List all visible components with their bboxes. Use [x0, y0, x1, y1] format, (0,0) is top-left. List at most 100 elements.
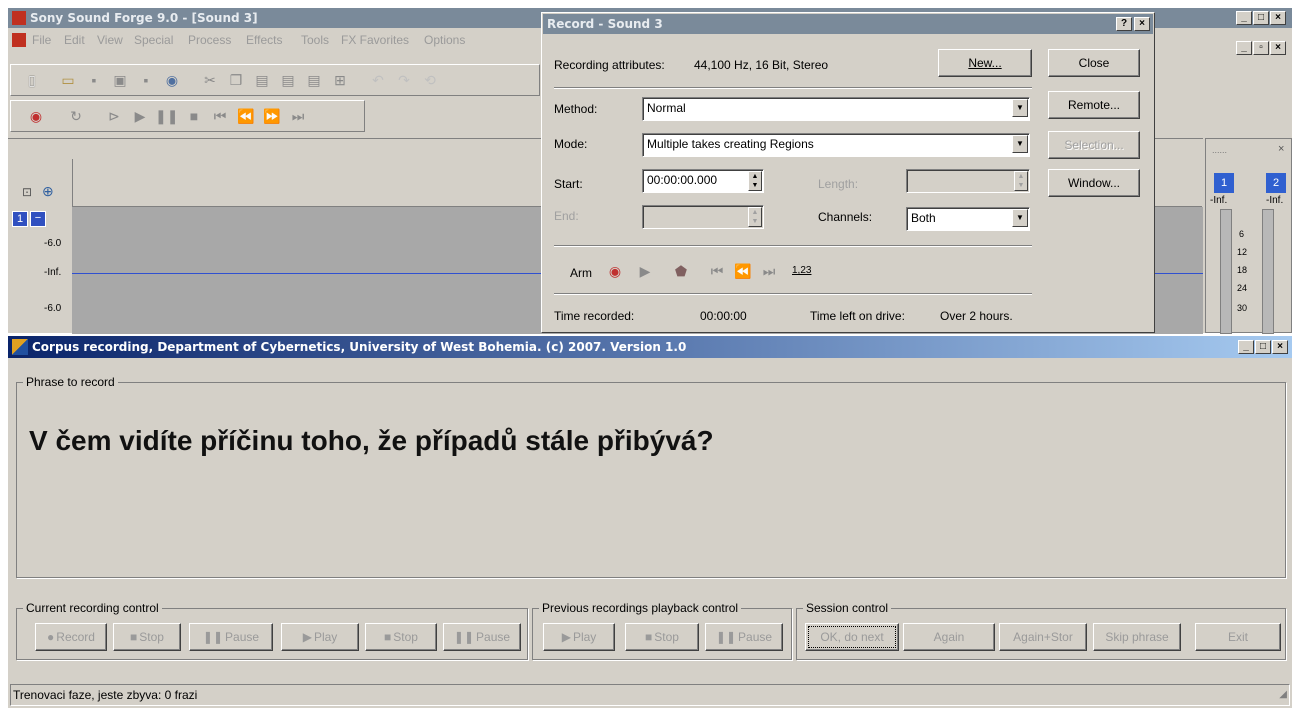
- window-button[interactable]: Window...: [1048, 169, 1140, 197]
- ok-do-next-button[interactable]: OK, do next: [805, 623, 899, 651]
- selection-button[interactable]: Selection...: [1048, 131, 1140, 159]
- meter-close-icon[interactable]: ×: [1278, 143, 1284, 155]
- save-as-icon[interactable]: ▣: [109, 69, 131, 91]
- play-button[interactable]: ▶ Play: [281, 623, 359, 651]
- redo-icon[interactable]: ↷: [393, 69, 415, 91]
- channel-number-badge[interactable]: 1: [12, 211, 28, 227]
- doc-minimize-button[interactable]: _: [1236, 41, 1252, 55]
- rewind-icon[interactable]: ⏪: [235, 105, 257, 127]
- stop-button[interactable]: ■ Stop: [113, 623, 181, 651]
- play-icon[interactable]: ▶: [129, 105, 151, 127]
- paste-mix-icon[interactable]: ▤: [277, 69, 299, 91]
- previous-play-button[interactable]: ▶ Play: [543, 623, 615, 651]
- previous-play-label: Play: [572, 630, 597, 644]
- meter-scale-30: 30: [1237, 303, 1248, 313]
- meter-ch2-button[interactable]: 2: [1266, 173, 1286, 193]
- channels-dropdown-arrow-icon[interactable]: ▼: [1012, 209, 1028, 227]
- method-dropdown-arrow-icon[interactable]: ▼: [1012, 99, 1028, 117]
- time-recorded-value: 00:00:00: [700, 309, 747, 323]
- channels-dropdown[interactable]: Both ▼: [906, 207, 1030, 231]
- doc-restore-button[interactable]: ▫: [1253, 41, 1269, 55]
- paste-crossfade-icon[interactable]: ▤: [303, 69, 325, 91]
- go-to-start-icon[interactable]: ⏮: [209, 105, 231, 127]
- render-icon[interactable]: ▪: [135, 69, 157, 91]
- dialog-rewind-icon[interactable]: ⏪: [732, 260, 754, 282]
- play-all-icon[interactable]: ⊳: [103, 105, 125, 127]
- dialog-stop-icon[interactable]: ⬟: [670, 260, 692, 282]
- cut-icon[interactable]: ✂: [199, 69, 221, 91]
- menu-view[interactable]: View: [97, 33, 123, 47]
- exit-button[interactable]: Exit: [1195, 623, 1281, 651]
- mode-dropdown-arrow-icon[interactable]: ▼: [1012, 135, 1028, 153]
- doc-close-button[interactable]: ×: [1270, 41, 1286, 55]
- time-left-value: Over 2 hours.: [940, 309, 1013, 323]
- again-stor-button[interactable]: Again+Stor: [999, 623, 1087, 651]
- again-button[interactable]: Again: [903, 623, 995, 651]
- trim-crop-icon[interactable]: ⊞: [329, 69, 351, 91]
- remote-button[interactable]: Remote...: [1048, 91, 1140, 119]
- dialog-go-to-end-icon[interactable]: ⏭: [758, 260, 780, 282]
- menu-special[interactable]: Special: [134, 33, 173, 47]
- end-spinner-icon[interactable]: ▲ ▼: [748, 207, 762, 227]
- help-button[interactable]: ?: [1116, 17, 1132, 31]
- end-time-field[interactable]: ▲ ▼: [642, 205, 764, 229]
- length-field[interactable]: ▲ ▼: [906, 169, 1030, 193]
- arm-label: Arm: [570, 266, 592, 280]
- copy-icon[interactable]: ❐: [225, 69, 247, 91]
- menu-tools[interactable]: Tools: [301, 33, 329, 47]
- minimize-button[interactable]: _: [1236, 11, 1252, 25]
- menu-effects[interactable]: Effects: [246, 33, 282, 47]
- go-to-end-icon[interactable]: ⏭: [287, 105, 309, 127]
- undo-icon[interactable]: ↶: [367, 69, 389, 91]
- resize-grip-icon[interactable]: ◢: [1279, 689, 1287, 700]
- length-spinner-icon[interactable]: ▲ ▼: [1014, 171, 1028, 191]
- method-dropdown[interactable]: Normal ▼: [642, 97, 1030, 121]
- previous-pause-button[interactable]: ❚❚ Pause: [705, 623, 783, 651]
- pause-button[interactable]: ❚❚ Pause: [189, 623, 273, 651]
- close-button[interactable]: ×: [1270, 11, 1286, 25]
- loop-icon[interactable]: ↻: [65, 105, 87, 127]
- menu-fx-favorites[interactable]: FX Favorites: [341, 33, 409, 47]
- meter-ch1-button[interactable]: 1: [1214, 173, 1234, 193]
- repeat-icon[interactable]: ⟲: [419, 69, 441, 91]
- meter-grip[interactable]: ......: [1212, 145, 1227, 155]
- pause-play-button[interactable]: ❚❚ Pause: [443, 623, 521, 651]
- corpus-maximize-button[interactable]: □: [1255, 340, 1271, 354]
- record-icon[interactable]: ◉: [25, 105, 47, 127]
- record-button[interactable]: ● Record: [35, 623, 107, 651]
- save-icon[interactable]: ▪: [83, 69, 105, 91]
- stop-play-button[interactable]: ■ Stop: [365, 623, 437, 651]
- skip-phrase-button[interactable]: Skip phrase: [1093, 623, 1181, 651]
- previous-stop-button[interactable]: ■ Stop: [625, 623, 699, 651]
- record-dialog-close-x[interactable]: ×: [1134, 17, 1150, 31]
- menu-edit[interactable]: Edit: [64, 33, 85, 47]
- properties-icon[interactable]: ◉: [161, 69, 183, 91]
- stop-icon[interactable]: ■: [183, 105, 205, 127]
- menu-file[interactable]: File: [32, 33, 51, 47]
- stop-play-button-icon: ■: [384, 630, 392, 644]
- snap-icon[interactable]: ⊕: [42, 183, 54, 200]
- close-dialog-button[interactable]: Close: [1048, 49, 1140, 77]
- corpus-minimize-button[interactable]: _: [1238, 340, 1254, 354]
- lock-icon[interactable]: ⊡: [22, 185, 32, 199]
- dialog-go-to-start-icon[interactable]: ⏮: [706, 260, 728, 282]
- start-spinner-icon[interactable]: ▲ ▼: [748, 171, 762, 191]
- start-time-field[interactable]: 00:00:00.000 ▲ ▼: [642, 169, 764, 193]
- mode-dropdown[interactable]: Multiple takes creating Regions ▼: [642, 133, 1030, 157]
- fast-forward-icon[interactable]: ⏩: [261, 105, 283, 127]
- new-file-icon[interactable]: ▯: [21, 69, 43, 91]
- counter-icon[interactable]: 1,23: [792, 265, 811, 276]
- pause-icon[interactable]: ❚❚: [155, 105, 178, 127]
- channel-minimize-icon[interactable]: −: [30, 211, 46, 227]
- corpus-close-button[interactable]: ×: [1272, 340, 1288, 354]
- dialog-record-icon[interactable]: ◉: [604, 260, 626, 282]
- menu-process[interactable]: Process: [188, 33, 231, 47]
- maximize-button[interactable]: □: [1253, 11, 1269, 25]
- open-folder-icon[interactable]: ▭: [57, 69, 79, 91]
- dialog-play-icon[interactable]: ▶: [634, 260, 656, 282]
- menu-options[interactable]: Options: [424, 33, 465, 47]
- help-button-label: ?: [1120, 18, 1128, 29]
- new-button[interactable]: New...: [938, 49, 1032, 77]
- paste-icon[interactable]: ▤: [251, 69, 273, 91]
- separator-mid: [554, 245, 1032, 247]
